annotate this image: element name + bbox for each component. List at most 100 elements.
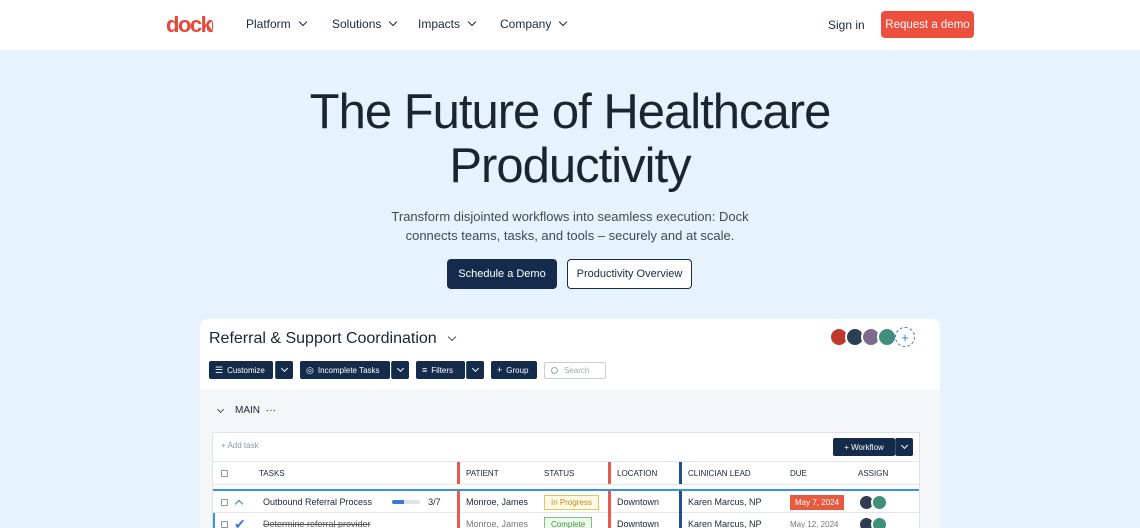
- signin-link[interactable]: Sign in: [828, 18, 865, 32]
- hero-subtitle: Transform disjointed workflows into seam…: [370, 207, 770, 245]
- board-title-label: Referral & Support Coordination: [209, 330, 437, 347]
- status-badge: Complete: [544, 516, 593, 528]
- clinician-cell[interactable]: Karen Marcus, NP: [682, 513, 784, 528]
- due-cell[interactable]: May 12, 2024: [784, 513, 852, 528]
- check-icon[interactable]: ✔: [234, 516, 246, 528]
- incomplete-dropdown[interactable]: [391, 361, 409, 379]
- incomplete-tasks-button[interactable]: ◎ Incomplete Tasks: [300, 361, 390, 379]
- table-row[interactable]: Outbound Referral Process 3/7 Monroe, Ja…: [213, 489, 919, 513]
- filters-button[interactable]: ≡ Filters: [416, 361, 465, 379]
- member-avatars[interactable]: +: [829, 327, 915, 347]
- task-cell[interactable]: Outbound Referral Process 3/7: [257, 491, 457, 513]
- col-location[interactable]: LOCATION: [611, 462, 679, 484]
- workflow-dropdown[interactable]: [895, 438, 913, 456]
- incomplete-tasks-label: Incomplete Tasks: [317, 365, 380, 375]
- group-label: Group: [506, 365, 529, 375]
- row-select[interactable]: ✔: [215, 513, 253, 528]
- filters-dropdown[interactable]: [466, 361, 484, 379]
- group-header-main[interactable]: MAIN ···: [216, 405, 276, 416]
- nav-solutions-label: Solutions: [332, 17, 382, 31]
- board-title[interactable]: Referral & Support Coordination: [209, 330, 456, 348]
- avatar: [877, 327, 897, 347]
- nav-solutions[interactable]: Solutions: [332, 17, 398, 31]
- chevron-down-icon: [389, 17, 398, 27]
- status-cell[interactable]: In Progress: [538, 491, 608, 513]
- chevron-down-icon: [280, 364, 289, 373]
- status-badge: In Progress: [544, 494, 599, 510]
- nav-company-label: Company: [500, 17, 552, 31]
- more-icon[interactable]: ···: [266, 405, 276, 416]
- col-due[interactable]: DUE: [784, 462, 852, 484]
- col-clinician[interactable]: CLINICIAN LEAD: [682, 462, 784, 484]
- status-cell[interactable]: Complete: [538, 513, 608, 528]
- customize-label: Customize: [227, 365, 265, 375]
- table-row[interactable]: ✔ Determine referral provider Monroe, Ja…: [213, 513, 919, 528]
- customize-dropdown[interactable]: [275, 361, 293, 379]
- location-cell[interactable]: Downtown: [611, 513, 679, 528]
- checkbox-icon: [221, 498, 228, 506]
- logo-mark-icon: [207, 20, 213, 32]
- nav-impacts-label: Impacts: [418, 17, 461, 31]
- nav-company[interactable]: Company: [500, 17, 568, 31]
- col-tasks[interactable]: TASKS: [253, 462, 457, 484]
- col-patient[interactable]: PATIENT: [460, 462, 538, 484]
- chevron-down-icon: [467, 17, 477, 27]
- hero-subtitle-line2: connects teams, tasks, and tools – secur…: [405, 228, 735, 243]
- nav-platform-label: Platform: [246, 17, 291, 31]
- customize-button[interactable]: ☰ Customize: [209, 361, 273, 379]
- schedule-demo-button[interactable]: Schedule a Demo: [447, 259, 557, 289]
- avatar: [871, 493, 888, 511]
- add-member-icon[interactable]: +: [895, 327, 915, 347]
- hero-title: The Future of Healthcare Productivity: [0, 85, 1140, 193]
- col-status[interactable]: STATUS: [538, 462, 608, 484]
- chevron-down-icon: [900, 441, 909, 450]
- location-cell[interactable]: Downtown: [611, 491, 679, 513]
- sliders-icon: ☰: [215, 364, 224, 375]
- task-progress-fill: [392, 500, 405, 504]
- logo[interactable]: dock: [166, 12, 213, 38]
- chevron-down-icon: [216, 405, 225, 413]
- filter-icon: ≡: [422, 365, 428, 375]
- task-progress-bar: [392, 500, 421, 504]
- due-date-badge: May 7, 2024: [790, 494, 845, 510]
- chevron-down-icon: [559, 17, 568, 27]
- plus-icon: +: [497, 365, 503, 375]
- group-label-main: MAIN: [235, 405, 260, 416]
- row-select[interactable]: [215, 491, 253, 513]
- chevron-up-icon[interactable]: [234, 499, 244, 508]
- nav-impacts[interactable]: Impacts: [418, 17, 477, 31]
- search-input[interactable]: Search: [544, 362, 606, 379]
- patient-cell[interactable]: Monroe, James: [460, 491, 538, 513]
- clinician-cell[interactable]: Karen Marcus, NP: [682, 491, 784, 513]
- task-table: + Add task + Workflow TASKS PATIENT STAT…: [212, 432, 920, 528]
- filters-label: Filters: [431, 365, 454, 375]
- task-cell[interactable]: Determine referral provider: [257, 513, 457, 528]
- col-assign[interactable]: ASSIGN: [852, 462, 919, 484]
- hero-subtitle-line1: Transform disjointed workflows into seam…: [391, 209, 749, 224]
- assign-cell[interactable]: [852, 491, 919, 513]
- checkbox-icon: [221, 469, 228, 477]
- add-task-button[interactable]: + Add task: [221, 441, 259, 450]
- chevron-down-icon: [396, 364, 405, 373]
- productivity-overview-button[interactable]: Productivity Overview: [567, 259, 692, 289]
- hero-title-line1: The Future of Healthcare: [309, 85, 832, 139]
- workflow-button[interactable]: + Workflow: [833, 438, 895, 456]
- due-cell[interactable]: May 7, 2024: [784, 491, 852, 513]
- board-panel: MAIN ··· + Add task + Workflow TASKS PAT…: [200, 389, 940, 528]
- check-circle-icon: ◎: [306, 364, 314, 375]
- search-icon: [551, 367, 558, 374]
- hero-title-line2: Productivity: [449, 139, 691, 193]
- nav-platform[interactable]: Platform: [246, 17, 307, 31]
- app-preview-card: Referral & Support Coordination + ☰ Cust…: [200, 319, 940, 528]
- assign-cell[interactable]: [852, 513, 919, 528]
- group-button[interactable]: + Group: [491, 361, 537, 379]
- top-nav: dock Platform Solutions Impacts Company …: [0, 0, 1140, 50]
- chevron-down-icon: [471, 364, 480, 373]
- request-demo-button[interactable]: Request a demo: [881, 11, 974, 38]
- table-header: TASKS PATIENT STATUS LOCATION CLINICIAN …: [213, 461, 919, 485]
- task-name: Outbound Referral Process: [263, 497, 373, 507]
- due-date-text: May 12, 2024: [790, 519, 839, 528]
- task-progress-text: 3/7: [428, 497, 441, 507]
- select-all-checkbox[interactable]: [215, 462, 253, 484]
- patient-cell[interactable]: Monroe, James: [460, 513, 538, 528]
